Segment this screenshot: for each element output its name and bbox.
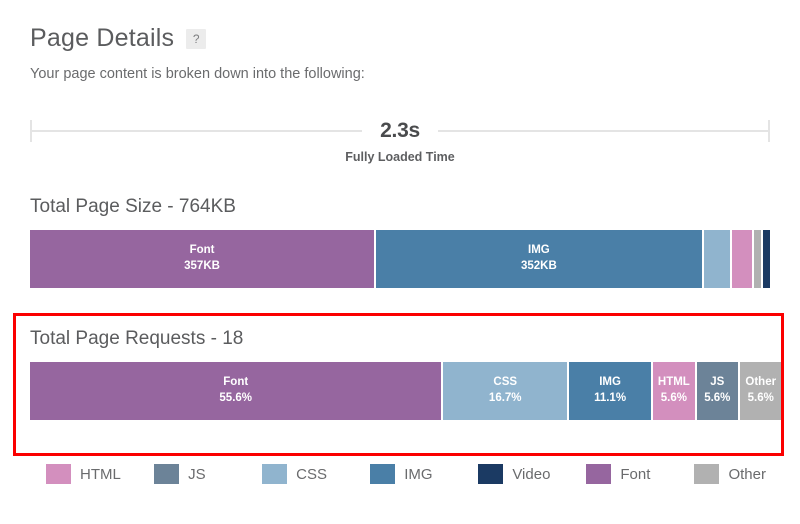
total-page-requests-heading: Total Page Requests - 18 — [30, 328, 244, 349]
bar-segment-html[interactable]: HTML 5.6% — [653, 362, 695, 420]
legend-swatch-icon — [154, 464, 180, 484]
legend-swatch-icon — [262, 464, 288, 484]
legend-label: Other — [728, 465, 766, 483]
bar-segment-name: JS — [710, 376, 725, 389]
bar-segment-font[interactable]: Font 357KB — [30, 230, 375, 288]
bar-segment-name: CSS — [493, 376, 518, 389]
bar-segment-font[interactable]: Font 55.6% — [30, 362, 442, 420]
bar-segment-value: 357KB — [184, 260, 220, 272]
legend-item-img[interactable]: IMG — [370, 464, 478, 484]
fully-loaded-label: Fully Loaded Time — [345, 150, 455, 164]
bar-segment-value: 11.1% — [594, 392, 627, 404]
rule-cap-right — [768, 120, 770, 142]
legend-item-font[interactable]: Font — [586, 464, 694, 484]
bar-segment-value: 352KB — [520, 260, 557, 272]
bar-segment-other[interactable] — [753, 230, 761, 288]
page-header: Page Details ? — [30, 24, 207, 53]
legend-item-html[interactable]: HTML — [46, 464, 154, 484]
bar-segment-name: Font — [189, 244, 215, 257]
bar-segment-img[interactable]: IMG 11.1% — [569, 362, 652, 420]
rule-line-right — [437, 130, 768, 132]
page-subtitle: Your page content is broken down into th… — [30, 66, 365, 82]
bar-segment-name: Other — [745, 376, 777, 389]
bar-segment-value: 16.7% — [488, 392, 522, 404]
bar-segment-video[interactable] — [762, 230, 771, 288]
bar-segment-name: IMG — [528, 244, 550, 257]
bar-segment-value: 5.6% — [704, 392, 731, 404]
bar-segment-name: IMG — [599, 376, 621, 389]
total-page-size-heading: Total Page Size - 764KB — [30, 196, 236, 217]
legend-item-other[interactable]: Other — [694, 464, 766, 484]
help-icon[interactable]: ? — [186, 28, 207, 49]
chart-legend: HTML JS CSS IMG Video Font Other — [46, 464, 766, 484]
legend-swatch-icon — [694, 464, 720, 484]
legend-swatch-icon — [586, 464, 612, 484]
legend-label: IMG — [404, 465, 433, 483]
bar-segment-value: 5.6% — [747, 392, 774, 404]
bar-segment-name: HTML — [657, 376, 690, 389]
bar-segment-name: Font — [223, 376, 249, 389]
legend-swatch-icon — [370, 464, 396, 484]
bar-segment-html[interactable] — [732, 230, 752, 288]
legend-label: JS — [188, 465, 206, 483]
legend-label: Video — [512, 465, 551, 483]
bar-segment-img[interactable]: IMG 352KB — [376, 230, 702, 288]
bar-segment-css[interactable] — [703, 230, 731, 288]
fully-loaded-rule: 2.3s — [30, 118, 770, 144]
page-title: Page Details — [30, 24, 175, 52]
legend-item-css[interactable]: CSS — [262, 464, 370, 484]
page-requests-stacked-bar: Font 55.6% CSS 16.7% IMG 11.1% HTML 5.6% JS 5.6% O… — [30, 362, 782, 420]
bar-segment-other[interactable]: Other 5.6% — [740, 362, 782, 420]
total-page-size-section: Total Page Size - 764KB Font 357KB IMG 352K… — [30, 196, 771, 288]
bar-segment-value: 5.6% — [660, 392, 687, 404]
legend-label: Font — [620, 465, 651, 483]
legend-swatch-icon — [478, 464, 504, 484]
fully-loaded-time-block: 2.3s Fully Loaded Time — [30, 118, 770, 164]
legend-swatch-icon — [46, 464, 71, 484]
bar-segment-css[interactable]: CSS 16.7% — [443, 362, 568, 420]
legend-item-js[interactable]: JS — [154, 464, 262, 484]
fully-loaded-value: 2.3s — [380, 119, 420, 142]
legend-label: HTML — [80, 465, 121, 483]
legend-item-video[interactable]: Video — [478, 464, 586, 484]
legend-label: CSS — [296, 465, 327, 483]
bar-segment-value: 55.6% — [219, 392, 253, 404]
total-page-requests-section: Total Page Requests - 18 Font 55.6% CSS 16.… — [30, 328, 782, 420]
page-size-stacked-bar: Font 357KB IMG 352KB — [30, 230, 771, 288]
rule-line-left — [32, 130, 363, 132]
bar-segment-js[interactable]: JS 5.6% — [696, 362, 739, 420]
